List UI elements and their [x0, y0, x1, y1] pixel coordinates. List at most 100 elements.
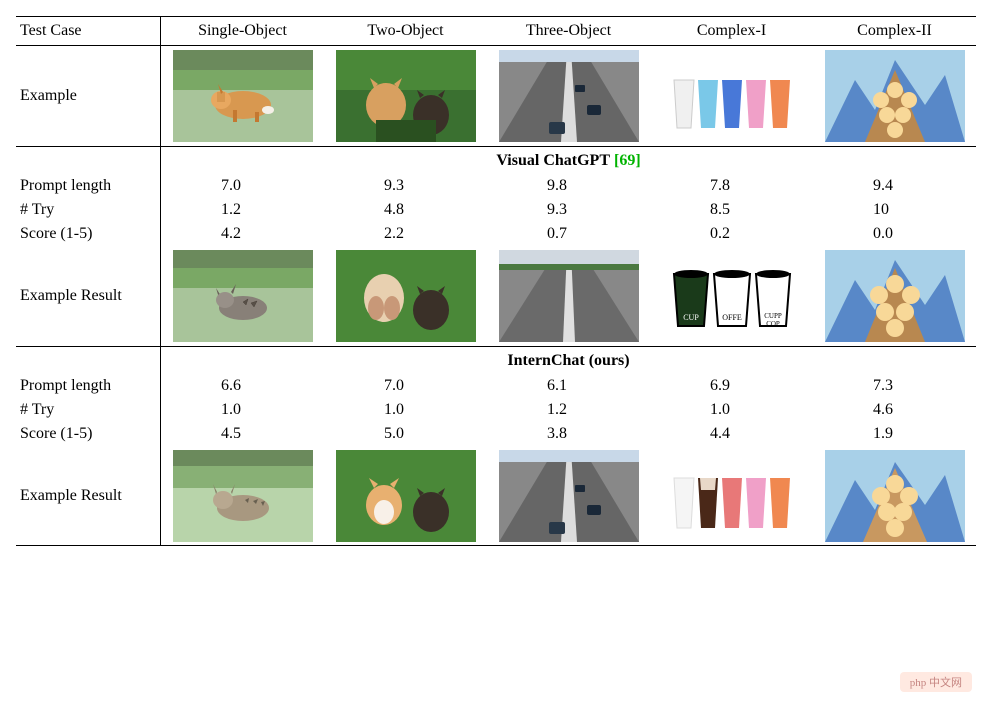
- dog-park-image: [173, 50, 313, 142]
- s2-m2-c3: 4.4: [650, 422, 813, 446]
- header-col-0: Single-Object: [161, 17, 324, 45]
- s1-m1-c0: 1.2: [161, 198, 324, 222]
- example-label: Example: [16, 46, 161, 146]
- cat-park2-image: [173, 450, 313, 542]
- example-img-complex2: [813, 46, 976, 146]
- svg-text:CUPP: CUPP: [764, 312, 782, 320]
- s2-m1-c1: 1.0: [324, 398, 487, 422]
- example-input-row: Example: [16, 46, 976, 146]
- section-2-name: InternChat (ours): [507, 352, 629, 370]
- s1-m0-c1: 9.3: [324, 174, 487, 198]
- header-label: Test Case: [16, 17, 161, 45]
- s2-result-single: [161, 446, 324, 545]
- s2-m0-c0: 6.6: [161, 374, 324, 398]
- s2-metric-0: Prompt length 6.6 7.0 6.1 6.9 7.3: [16, 374, 976, 398]
- s1-metric-1: # Try 1.2 4.8 9.3 8.5 10: [16, 198, 976, 222]
- s2-result-complex1: [650, 446, 813, 545]
- s2-result-complex2: [813, 446, 976, 545]
- header-col-4: Complex-II: [813, 17, 976, 45]
- s2-metric-0-label: Prompt length: [16, 374, 161, 398]
- metric-0-label: Prompt length: [16, 174, 161, 198]
- s1-m1-c1: 4.8: [324, 198, 487, 222]
- metric-1-label: # Try: [16, 198, 161, 222]
- header-col-1: Two-Object: [324, 17, 487, 45]
- section-2-spacer: [16, 347, 161, 374]
- s2-result-two: [324, 446, 487, 545]
- s2-result-label: Example Result: [16, 446, 161, 545]
- s1-result-complex1: CUP OFFE CUPP COP: [650, 246, 813, 346]
- watermark: php 中文网: [900, 672, 972, 692]
- s1-m1-c3: 8.5: [650, 198, 813, 222]
- header-row: Test Case Single-Object Two-Object Three…: [16, 16, 976, 46]
- example-img-single: [161, 46, 324, 146]
- s2-m1-c4: 4.6: [813, 398, 976, 422]
- s2-metric-2: Score (1-5) 4.5 5.0 3.8 4.4 1.9: [16, 422, 976, 446]
- highway-cars-image: [499, 50, 639, 142]
- example-img-complex1: [650, 46, 813, 146]
- s1-m0-c4: 9.4: [813, 174, 976, 198]
- s1-m1-c2: 9.3: [487, 198, 650, 222]
- s1-result-three: [487, 246, 650, 346]
- section-1-title: Visual ChatGPT [69]: [161, 147, 976, 174]
- example-img-two: [324, 46, 487, 146]
- highway-cars2-image: [499, 450, 639, 542]
- s1-m0-c0: 7.0: [161, 174, 324, 198]
- empty-highway-image: [499, 250, 639, 342]
- s2-m2-c4: 1.9: [813, 422, 976, 446]
- svg-text:OFFE: OFFE: [722, 313, 742, 322]
- s2-m0-c3: 6.9: [650, 374, 813, 398]
- s2-m0-c2: 6.1: [487, 374, 650, 398]
- example-img-three: [487, 46, 650, 146]
- section-2-title-row: InternChat (ours): [16, 346, 976, 374]
- s2-m1-c3: 1.0: [650, 398, 813, 422]
- header-col-3: Complex-I: [650, 17, 813, 45]
- cat-park-image: [173, 250, 313, 342]
- s1-m2-c3: 0.2: [650, 222, 813, 246]
- s1-m1-c4: 10: [813, 198, 976, 222]
- header-col-2: Three-Object: [487, 17, 650, 45]
- s2-m1-c0: 1.0: [161, 398, 324, 422]
- s2-m2-c0: 4.5: [161, 422, 324, 446]
- s2-metric-2-label: Score (1-5): [16, 422, 161, 446]
- s1-metric-2: Score (1-5) 4.2 2.2 0.7 0.2 0.0: [16, 222, 976, 246]
- s2-m0-c4: 7.3: [813, 374, 976, 398]
- section-1-cite: [69]: [614, 152, 641, 170]
- cups2-image: [662, 450, 802, 542]
- s1-result-single: [161, 246, 324, 346]
- s2-result-three: [487, 446, 650, 545]
- s2-m2-c1: 5.0: [324, 422, 487, 446]
- metric-2-label: Score (1-5): [16, 222, 161, 246]
- s2-m1-c2: 1.2: [487, 398, 650, 422]
- illustration-result2-image: [825, 450, 965, 542]
- bw-cups-image: CUP OFFE CUPP COP: [662, 250, 802, 342]
- svg-text:COP: COP: [766, 320, 780, 328]
- dog-cat-distort-image: [336, 250, 476, 342]
- s2-m2-c2: 3.8: [487, 422, 650, 446]
- section-2-title: InternChat (ours): [161, 347, 976, 374]
- s1-m2-c1: 2.2: [324, 222, 487, 246]
- two-cats-image: [336, 50, 476, 142]
- s1-m2-c0: 4.2: [161, 222, 324, 246]
- svg-text:CUP: CUP: [683, 313, 699, 322]
- illustration-result1-image: [825, 250, 965, 342]
- corgi-cat-image: [336, 450, 476, 542]
- s1-result-row: Example Result: [16, 246, 976, 346]
- cups-image: [662, 50, 802, 142]
- section-1-title-row: Visual ChatGPT [69]: [16, 146, 976, 174]
- section-1-name: Visual ChatGPT: [496, 152, 610, 170]
- s2-metric-1-label: # Try: [16, 398, 161, 422]
- s1-result-complex2: [813, 246, 976, 346]
- s1-result-two: [324, 246, 487, 346]
- s2-result-row: Example Result: [16, 446, 976, 546]
- s2-m0-c1: 7.0: [324, 374, 487, 398]
- s2-metric-1: # Try 1.0 1.0 1.2 1.0 4.6: [16, 398, 976, 422]
- illustration-image: [825, 50, 965, 142]
- s1-m2-c4: 0.0: [813, 222, 976, 246]
- s1-result-label: Example Result: [16, 246, 161, 346]
- section-1-spacer: [16, 147, 161, 174]
- s1-m0-c2: 9.8: [487, 174, 650, 198]
- s1-m0-c3: 7.8: [650, 174, 813, 198]
- results-table: Test Case Single-Object Two-Object Three…: [16, 16, 976, 546]
- s1-m2-c2: 0.7: [487, 222, 650, 246]
- s1-metric-0: Prompt length 7.0 9.3 9.8 7.8 9.4: [16, 174, 976, 198]
